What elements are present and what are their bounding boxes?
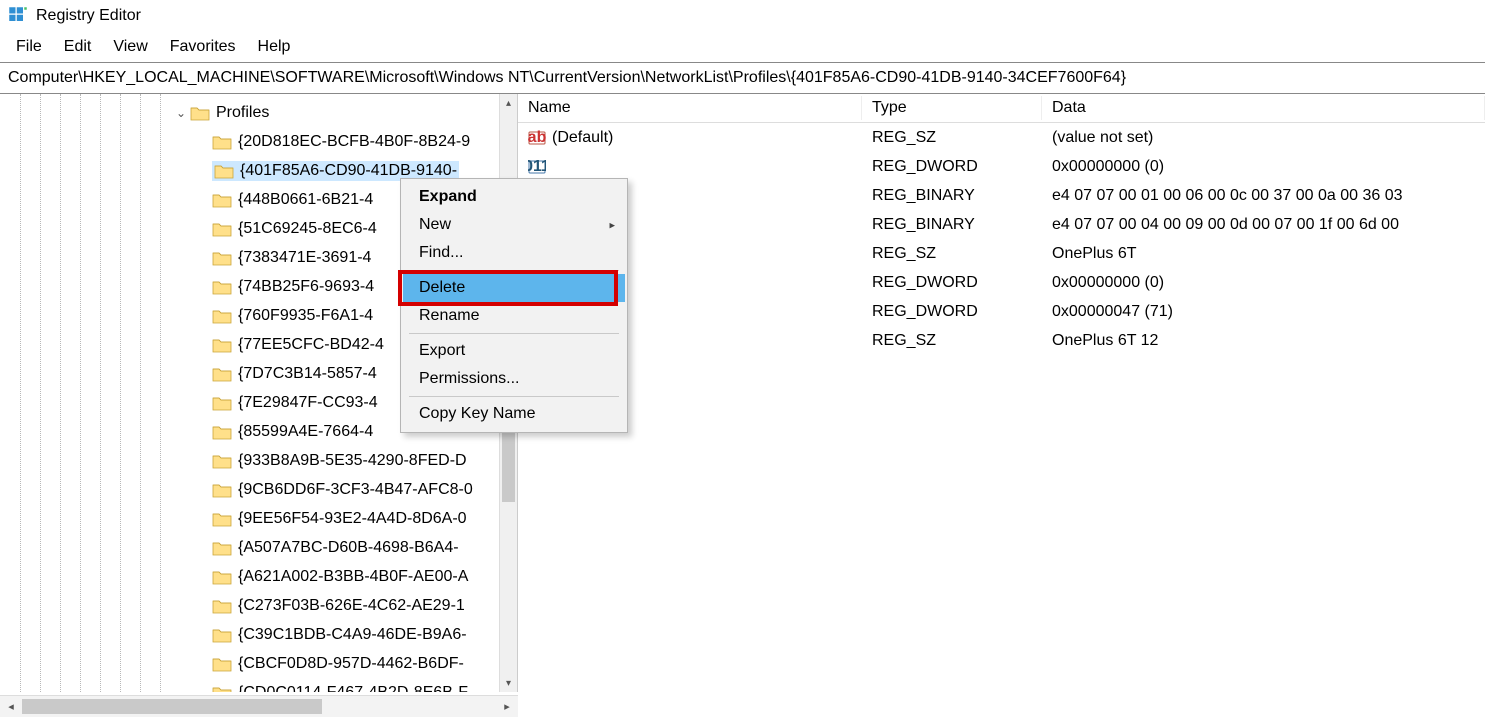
- context-menu-expand[interactable]: Expand: [403, 183, 625, 211]
- titlebar: Registry Editor: [0, 0, 1485, 32]
- value-data: 0x00000000 (0): [1042, 272, 1485, 294]
- scroll-up-icon[interactable]: ▴: [500, 94, 517, 112]
- context-menu-rename[interactable]: Rename: [403, 302, 625, 330]
- window-title: Registry Editor: [36, 7, 141, 25]
- tree-node[interactable]: {9CB6DD6F-3CF3-4B47-AFC8-0: [0, 475, 517, 504]
- tree-node[interactable]: {933B8A9B-5E35-4290-8FED-D: [0, 446, 517, 475]
- tree-node[interactable]: {CD0C0114-F467-4B2D-8E6B-F: [0, 678, 517, 692]
- menu-edit[interactable]: Edit: [54, 36, 102, 58]
- value-data: e4 07 07 00 01 00 06 00 0c 00 37 00 0a 0…: [1042, 185, 1485, 207]
- tree-label: {CBCF0D8D-957D-4462-B6DF-: [238, 655, 464, 673]
- regedit-icon: [8, 6, 28, 26]
- tree-label: {51C69245-8EC6-4: [238, 220, 377, 238]
- hscroll-track[interactable]: [22, 696, 496, 717]
- context-menu-new[interactable]: New▸: [403, 211, 625, 239]
- value-row[interactable]: eREG_DWORD0x00000047 (71): [518, 297, 1485, 326]
- tree-label: {448B0661-6B21-4: [238, 191, 373, 209]
- tree-label: {9CB6DD6F-3CF3-4B47-AFC8-0: [238, 481, 473, 499]
- value-type: REG_DWORD: [862, 272, 1042, 294]
- tree-label: {C39C1BDB-C4A9-46DE-B9A6-: [238, 626, 467, 644]
- menu-help[interactable]: Help: [248, 36, 301, 58]
- scroll-right-icon[interactable]: ▸: [496, 696, 518, 717]
- scroll-left-icon[interactable]: ◂: [0, 696, 22, 717]
- value-row[interactable]: meREG_SZOnePlus 6T 12: [518, 326, 1485, 355]
- value-data: e4 07 07 00 04 00 09 00 0d 00 07 00 1f 0…: [1042, 214, 1485, 236]
- tree-node[interactable]: {A507A7BC-D60B-4698-B6A4-: [0, 533, 517, 562]
- context-menu-find[interactable]: Find...: [403, 239, 625, 267]
- column-type[interactable]: Type: [862, 96, 1042, 120]
- value-row[interactable]: REG_DWORD0x00000000 (0): [518, 268, 1485, 297]
- context-menu: ExpandNew▸Find... DeleteRename ExportPermi…: [400, 178, 628, 433]
- tree-label: {7D7C3B14-5857-4: [238, 365, 377, 383]
- tree-label: {C273F03B-626E-4C62-AE29-1: [238, 597, 465, 615]
- tree-label: {A507A7BC-D60B-4698-B6A4-: [238, 539, 459, 557]
- value-data: 0x00000000 (0): [1042, 156, 1485, 178]
- value-type: REG_SZ: [862, 243, 1042, 265]
- value-row[interactable]: 011 REG_DWORD0x00000000 (0): [518, 152, 1485, 181]
- tree-label: {760F9935-F6A1-4: [238, 307, 373, 325]
- scroll-down-icon[interactable]: ▾: [500, 674, 517, 692]
- tree-node[interactable]: {20D818EC-BCFB-4B0F-8B24-9: [0, 127, 517, 156]
- context-menu-permissions[interactable]: Permissions...: [403, 365, 625, 393]
- value-data: (value not set): [1042, 127, 1485, 149]
- value-row[interactable]: onREG_SZOnePlus 6T: [518, 239, 1485, 268]
- tree-label: {74BB25F6-9693-4: [238, 278, 374, 296]
- context-menu-separator: [409, 270, 619, 271]
- tree-node[interactable]: {A621A002-B3BB-4B0F-AE00-A: [0, 562, 517, 591]
- chevron-right-icon: ▸: [609, 219, 615, 232]
- main-area: ⌄ Profiles {20D818EC-BCFB-4B0F-8B24-9 {401F…: [0, 94, 1485, 692]
- tree-label: {CD0C0114-F467-4B2D-8E6B-F: [238, 684, 468, 693]
- value-row[interactable]: ab (Default) REG_SZ(value not set): [518, 123, 1485, 152]
- svg-text:011: 011: [528, 158, 546, 175]
- tree-label: {A621A002-B3BB-4B0F-AE00-A: [238, 568, 468, 586]
- menu-favorites[interactable]: Favorites: [160, 36, 246, 58]
- address-bar[interactable]: Computer\HKEY_LOCAL_MACHINE\SOFTWARE\Mic…: [0, 63, 1485, 94]
- column-name[interactable]: Name: [518, 96, 862, 120]
- tree-horizontal-scrollbar[interactable]: ◂ ▸: [0, 695, 518, 717]
- hscroll-thumb[interactable]: [22, 699, 322, 714]
- value-type: REG_SZ: [862, 330, 1042, 352]
- tree-label: {20D818EC-BCFB-4B0F-8B24-9: [238, 133, 470, 151]
- context-menu-separator: [409, 396, 619, 397]
- address-text: Computer\HKEY_LOCAL_MACHINE\SOFTWARE\Mic…: [8, 69, 1126, 86]
- chevron-down-icon[interactable]: ⌄: [172, 106, 190, 120]
- tree-label: {7383471E-3691-4: [238, 249, 371, 267]
- tree-node-profiles[interactable]: ⌄ Profiles: [0, 98, 517, 127]
- value-name: (Default): [552, 129, 613, 147]
- tree-node[interactable]: {9EE56F54-93E2-4A4D-8D6A-0: [0, 504, 517, 533]
- values-header: Name Type Data: [518, 94, 1485, 123]
- value-row[interactable]: tedREG_BINARYe4 07 07 00 01 00 06 00 0c …: [518, 181, 1485, 210]
- svg-text:ab: ab: [528, 129, 546, 146]
- tree-label: {401F85A6-CD90-41DB-9140-: [240, 162, 457, 180]
- context-menu-copy-key-name[interactable]: Copy Key Name: [403, 400, 625, 428]
- tree-node[interactable]: {C273F03B-626E-4C62-AE29-1: [0, 591, 517, 620]
- tree-label: {9EE56F54-93E2-4A4D-8D6A-0: [238, 510, 467, 528]
- value-type: REG_DWORD: [862, 301, 1042, 323]
- value-data: OnePlus 6T: [1042, 243, 1485, 265]
- tree-label: {7E29847F-CC93-4: [238, 394, 378, 412]
- values-panel: Name Type Data ab(Default)REG_SZ(value n…: [518, 94, 1485, 692]
- scroll-thumb[interactable]: [502, 432, 515, 502]
- tree-label: {85599A4E-7664-4: [238, 423, 373, 441]
- tree-node[interactable]: {CBCF0D8D-957D-4462-B6DF-: [0, 649, 517, 678]
- value-row[interactable]: ConnectedREG_BINARYe4 07 07 00 04 00 09 …: [518, 210, 1485, 239]
- tree-label: {933B8A9B-5E35-4290-8FED-D: [238, 452, 467, 470]
- value-data: OnePlus 6T 12: [1042, 330, 1485, 352]
- context-menu-delete[interactable]: Delete: [403, 274, 625, 302]
- menu-view[interactable]: View: [103, 36, 157, 58]
- value-type: REG_SZ: [862, 127, 1042, 149]
- tree-node[interactable]: {C39C1BDB-C4A9-46DE-B9A6-: [0, 620, 517, 649]
- context-menu-export[interactable]: Export: [403, 337, 625, 365]
- value-type: REG_DWORD: [862, 156, 1042, 178]
- value-type: REG_BINARY: [862, 214, 1042, 236]
- menu-file[interactable]: File: [6, 36, 52, 58]
- values-body: ab(Default)REG_SZ(value not set)011REG_D…: [518, 123, 1485, 355]
- menubar: File Edit View Favorites Help: [0, 32, 1485, 62]
- value-type: REG_BINARY: [862, 185, 1042, 207]
- tree-label: {77EE5CFC-BD42-4: [238, 336, 384, 354]
- context-menu-separator: [409, 333, 619, 334]
- column-data[interactable]: Data: [1042, 96, 1485, 120]
- tree-label: Profiles: [216, 104, 269, 122]
- value-data: 0x00000047 (71): [1042, 301, 1485, 323]
